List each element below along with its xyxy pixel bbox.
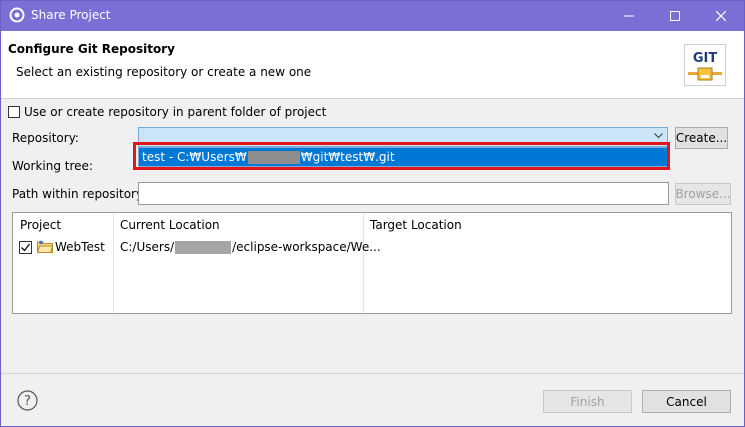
page-subtitle: Select an existing repository or create … [16,65,312,79]
current-location-suffix: /eclipse-workspace/We... [232,240,381,254]
path-input[interactable] [138,182,669,205]
table-row[interactable]: WebTest C:/Users/ /eclipse-workspace/We..… [13,237,731,257]
redacted-username [175,241,232,254]
share-project-dialog: Share Project Configure Git Repository S… [0,0,745,427]
page-title: Configure Git Repository [8,42,175,56]
minimize-button[interactable] [606,1,652,31]
project-folder-icon [37,240,53,253]
finish-button[interactable]: Finish [543,390,632,413]
window-title: Share Project [31,8,111,22]
repository-combo[interactable] [138,127,668,147]
create-button[interactable]: Create... [675,127,728,149]
column-header-project[interactable]: Project [20,218,61,232]
project-table: Project Current Location Target Location… [12,212,732,314]
chevron-down-icon[interactable] [654,133,663,139]
repository-option-prefix: test - C:₩Users₩ [142,150,247,164]
close-icon [716,11,726,21]
git-logo-icon: GIT [684,44,726,86]
column-header-target-location[interactable]: Target Location [370,218,462,232]
column-divider [363,213,364,313]
project-row-checkbox[interactable] [19,241,32,254]
parent-folder-option[interactable]: Use or create repository in parent folde… [8,105,326,119]
current-location-prefix: C:/Users/ [120,240,175,254]
column-header-current-location[interactable]: Current Location [120,218,220,232]
help-icon[interactable]: ? [17,390,38,411]
repository-label: Repository: [12,131,79,145]
git-logo-text: GIT [693,51,718,66]
redacted-username [247,151,300,164]
repository-option-suffix: ₩git₩test₩.git [300,150,395,164]
maximize-icon [670,11,680,21]
maximize-button[interactable] [652,1,698,31]
working-tree-label: Working tree: [12,159,93,173]
cancel-button[interactable]: Cancel [642,390,731,413]
browse-button[interactable]: Browse... [675,183,731,205]
path-label: Path within repository: [12,187,147,201]
column-divider [113,213,114,313]
eclipse-gear-icon [9,7,25,23]
footer-divider [1,373,744,374]
minimize-icon [624,15,634,17]
title-bar: Share Project [1,1,744,31]
project-name: WebTest [55,240,105,254]
parent-folder-checkbox[interactable] [8,106,20,118]
repository-option[interactable]: test - C:₩Users₩ ₩git₩test₩.git [139,148,667,166]
repository-dropdown-list[interactable]: test - C:₩Users₩ ₩git₩test₩.git [138,147,668,167]
parent-folder-label: Use or create repository in parent folde… [24,105,327,119]
checkmark-icon [21,243,31,252]
close-button[interactable] [698,1,744,31]
svg-text:?: ? [24,394,31,409]
wizard-header: Configure Git Repository Select an exist… [1,31,744,99]
